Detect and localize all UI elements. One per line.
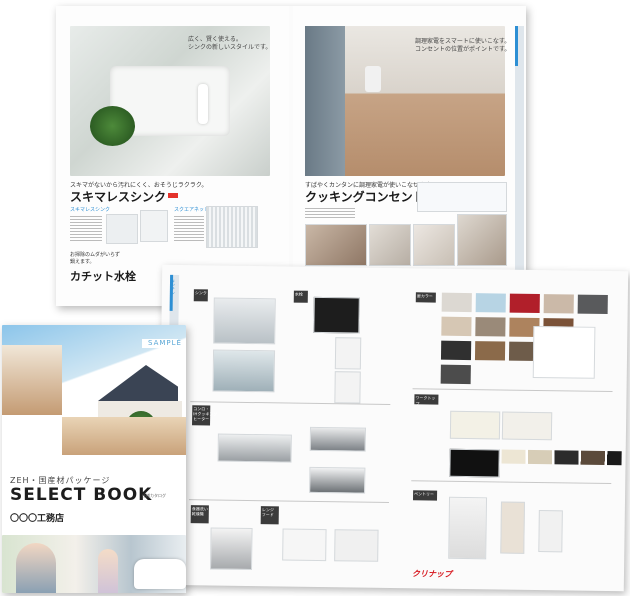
sink-detail-image xyxy=(106,214,138,244)
section-worktop-label: ワークトップ xyxy=(414,394,439,406)
cover-family-photo xyxy=(2,535,186,593)
right-page: 調理家電をスマートに使いこなす。 コンセントの位置がポイントです。 すばやくカン… xyxy=(293,6,526,306)
swatch-3 xyxy=(509,293,540,314)
cooktop-product-3 xyxy=(309,466,366,494)
faucet-product-3 xyxy=(334,371,361,404)
faucet-product-1 xyxy=(313,296,360,334)
sink-sub-left: スキマレスシンク xyxy=(70,207,111,213)
child-shape xyxy=(98,549,118,593)
pantry-cabinet-1 xyxy=(448,496,488,560)
cooktop-product-1 xyxy=(217,433,292,463)
cover-photo-collage: SAMPLE xyxy=(2,325,186,455)
faucet-product-2 xyxy=(334,337,362,370)
swatch-7 xyxy=(475,317,506,337)
sink-detail-text-left xyxy=(70,214,102,242)
sink-photo: 広く、賢く使える。 シンクの新しいスタイルです。 xyxy=(70,26,272,176)
swatch-10 xyxy=(440,340,472,361)
divider-appliance xyxy=(188,499,389,503)
worktop-sample-1 xyxy=(449,410,501,440)
middle-side-tab-label: キッチン xyxy=(170,278,177,295)
cooktop-product-2 xyxy=(309,426,367,452)
pantry-cabinet-3 xyxy=(538,510,563,553)
sample-badge: SAMPLE xyxy=(148,339,182,347)
rangehood-product-2 xyxy=(334,529,379,562)
sink-sub-right: スクエアネット xyxy=(174,207,210,213)
outlet-photo-1 xyxy=(305,224,367,266)
section-cooktop-label: コンロ・ IHクッキング ヒーター xyxy=(192,405,217,426)
outlet-photo-2 xyxy=(369,224,411,266)
person-shape xyxy=(305,26,345,176)
faucet-shape xyxy=(198,84,208,124)
appliance-shape xyxy=(365,66,381,92)
living-room-photo xyxy=(2,345,62,415)
sink-photo-caption: 広く、賢く使える。 シンクの新しいスタイルです。 xyxy=(188,36,272,51)
section-door-color-label: 扉カラー xyxy=(415,292,436,303)
faucet-lead: お掃除のムダがいらず 鍋えます。 xyxy=(70,252,120,265)
house-roof-shape xyxy=(98,365,178,401)
select-book-cover: SAMPLE ZEH・国産材パッケージ SELECT BOOK 仕様カタログ 〇… xyxy=(2,325,186,593)
sink-heading: スキマレスシンク xyxy=(70,190,167,204)
floor-photo xyxy=(62,417,186,455)
swatch-4 xyxy=(543,294,574,314)
spec-catalog-spread: キッチン シンク 水栓 コンロ・ IHクッキング ヒーター 食器洗い 乾燥機 レ… xyxy=(157,264,629,592)
sink-heading-badge xyxy=(168,193,178,198)
swatch-5 xyxy=(577,294,608,314)
left-page: 広く、賢く使える。 シンクの新しいスタイルです。 スキマがないから汚れにくく、お… xyxy=(56,6,289,306)
square-net-image xyxy=(206,206,258,248)
section-rangehood-label: レンジ フード xyxy=(260,506,279,525)
section-dishwasher-label: 食器洗い 乾燥機 xyxy=(190,505,209,524)
handle-options-box xyxy=(532,325,596,379)
outlet-heading: クッキングコンセント xyxy=(305,190,425,204)
divider-pantry xyxy=(411,480,612,485)
cover-title: SELECT BOOK xyxy=(10,485,153,505)
swatch-11 xyxy=(474,341,506,361)
outlet-text-block xyxy=(305,206,355,220)
sink-product-1 xyxy=(213,297,276,345)
cover-title-note: 仕様カタログ xyxy=(142,493,166,498)
divider-worktop xyxy=(412,388,613,393)
kitchen-photo: 調理家電をスマートに使いこなす。 コンセントの位置がポイントです。 xyxy=(305,26,510,176)
worktop-sample-3 xyxy=(449,448,500,478)
section-pantry-label: ペントリー xyxy=(412,490,438,501)
cover-company: 〇〇〇工務店 xyxy=(10,514,65,524)
brand-logo: クリナップ xyxy=(411,569,453,579)
side-tab-strip xyxy=(515,26,524,296)
worktop-swatch-row xyxy=(501,449,622,466)
sink-product-2 xyxy=(212,349,276,393)
section-faucet-label: 水栓 xyxy=(293,290,308,303)
swatch-2 xyxy=(475,293,506,313)
worktop-sample-2 xyxy=(501,411,553,441)
swatch-13 xyxy=(440,364,471,385)
ev-car-shape xyxy=(134,559,186,589)
swatch-1 xyxy=(441,292,472,313)
sink-net-text xyxy=(174,214,204,242)
vegetables-shape xyxy=(90,106,135,146)
rangehood-product-1 xyxy=(282,528,327,562)
back-catalog-spread: 広く、賢く使える。 シンクの新しいスタイルです。 スキマがないから汚れにくく、お… xyxy=(56,6,526,306)
faucet-heading: カチット水栓 xyxy=(70,270,136,283)
outlet-info-box xyxy=(417,182,507,212)
side-tab-active xyxy=(515,26,518,66)
kitchen-photo-caption: 調理家電をスマートに使いこなす。 コンセントの位置がポイントです。 xyxy=(415,38,511,53)
outlet-photo-3 xyxy=(413,224,455,266)
outlet-photo-4 xyxy=(457,214,507,266)
sink-corner-image xyxy=(140,210,168,242)
section-sink-label: シンク xyxy=(193,289,208,302)
swatch-6 xyxy=(441,316,472,337)
pantry-cabinet-2 xyxy=(500,501,525,554)
dishwasher-product xyxy=(210,527,253,571)
family-shape xyxy=(16,543,56,593)
